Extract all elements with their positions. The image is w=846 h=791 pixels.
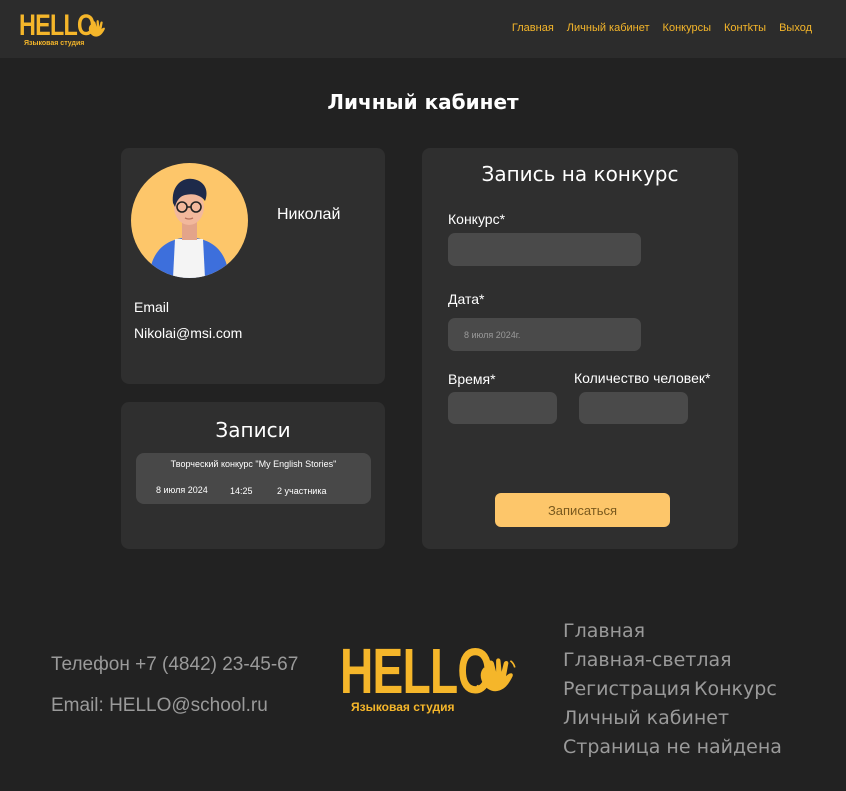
user-avatar-icon bbox=[131, 163, 248, 278]
footer-link-contest[interactable]: Конкурс bbox=[694, 678, 777, 700]
submit-button[interactable]: Записаться bbox=[495, 493, 670, 527]
footer-logo[interactable]: HELLO Языковая студия bbox=[340, 635, 520, 720]
footer-link-home-light[interactable]: Главная-светлая bbox=[563, 649, 732, 671]
people-count-label: Количество человек* bbox=[574, 370, 711, 386]
record-item[interactable]: Творческий конкурс "My English Stories" … bbox=[136, 453, 371, 504]
nav-item-logout[interactable]: Выход bbox=[779, 22, 812, 34]
records-title: Записи bbox=[215, 418, 291, 442]
record-time: 14:25 bbox=[230, 486, 253, 496]
date-field[interactable] bbox=[448, 318, 641, 351]
footer-email: Email: HELLO@school.ru bbox=[51, 695, 268, 716]
record-contest-name: Творческий конкурс "My English Stories" bbox=[170, 459, 337, 469]
footer-logo-subtitle: Языковая студия bbox=[351, 700, 455, 714]
people-count-field[interactable] bbox=[579, 392, 688, 424]
contest-label: Конкурс* bbox=[448, 211, 506, 227]
logo-subtitle: Языковая студия bbox=[24, 40, 85, 47]
form-title: Запись на конкурс bbox=[481, 162, 679, 186]
email-value: Nikolai@msi.com bbox=[134, 325, 243, 341]
footer-link-home[interactable]: Главная bbox=[563, 620, 645, 642]
footer-logo-text: HELLO bbox=[340, 635, 493, 707]
footer-link-registration[interactable]: Регистрация bbox=[563, 678, 690, 700]
time-label: Время* bbox=[448, 371, 496, 387]
footer-link-account[interactable]: Личный кабинет bbox=[563, 707, 729, 729]
records-card: Записи Творческий конкурс "My English St… bbox=[121, 402, 385, 549]
page-title: Личный кабинет bbox=[327, 90, 519, 114]
time-field[interactable] bbox=[448, 392, 557, 424]
record-date: 8 июля 2024 bbox=[156, 485, 208, 495]
waving-hand-icon bbox=[88, 20, 105, 37]
nav-item-contests[interactable]: Конкурсы bbox=[663, 22, 711, 34]
waving-hand-icon bbox=[476, 658, 516, 693]
date-label: Дата* bbox=[448, 291, 485, 307]
logo[interactable]: HELLO Языковая студия bbox=[19, 11, 109, 51]
record-participants: 2 участника bbox=[277, 486, 327, 496]
main-nav: Главная Личный кабинет Конкурсы Контkты … bbox=[512, 22, 812, 34]
contest-signup-form: Запись на конкурс Конкурс* Дата* Время* … bbox=[422, 148, 738, 549]
user-name: Николай bbox=[277, 206, 341, 223]
nav-item-contacts[interactable]: Контkты bbox=[724, 22, 766, 34]
nav-item-home[interactable]: Главная bbox=[512, 22, 554, 34]
header: HELLO Языковая студия Главная Личный каб… bbox=[0, 0, 846, 58]
email-label: Email bbox=[134, 299, 170, 315]
footer-phone: Телефон +7 (4842) 23-45-67 bbox=[51, 654, 299, 675]
footer-link-not-found[interactable]: Страница не найдена bbox=[563, 736, 782, 758]
profile-card: Николай Email Nikolai@msi.com bbox=[121, 148, 385, 384]
nav-item-account[interactable]: Личный кабинет bbox=[567, 22, 650, 34]
logo-text: HELLO bbox=[19, 9, 95, 42]
contest-field[interactable] bbox=[448, 233, 641, 266]
